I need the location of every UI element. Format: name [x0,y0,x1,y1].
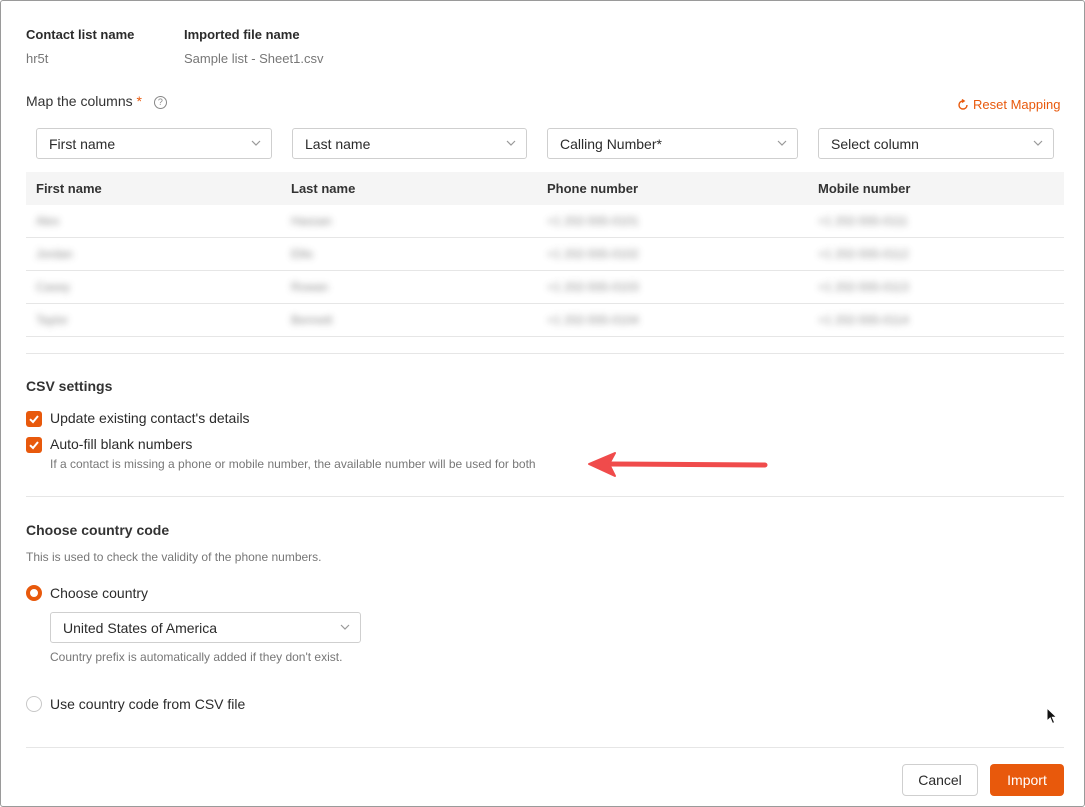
import-button[interactable]: Import [990,764,1064,796]
cell-first-name: Casey [36,280,71,294]
csv-country-code-radio[interactable] [26,696,42,712]
table-row: Jordan Ellis +1 202-555-0102 +1 202-555-… [26,238,1064,271]
column-select-first-name[interactable]: First name [36,128,272,159]
cell-last-name: Ellis [291,247,314,261]
chevron-down-icon [506,140,516,146]
required-asterisk: * [136,93,142,109]
autofill-hint: If a contact is missing a phone or mobil… [50,457,536,471]
map-columns-title: Map the columns * ? [26,93,167,109]
autofill-blank-checkbox[interactable] [26,437,42,453]
chevron-down-icon [1033,140,1043,146]
cell-first-name: Alex [36,214,60,228]
cell-mobile-number: +1 202-555-0111 [818,214,908,228]
cell-last-name: Rowan [291,280,329,294]
autofill-blank-label[interactable]: Auto-fill blank numbers [50,436,192,452]
table-row: Alex Hassan +1 202-555-0101 +1 202-555-0… [26,205,1064,238]
chevron-down-icon [777,140,787,146]
column-select-mobile-number[interactable]: Select column [818,128,1054,159]
preview-table-header: First name Last name Phone number Mobile… [26,172,1064,205]
column-select-phone-number[interactable]: Calling Number* [547,128,798,159]
table-row: Casey Rowan +1 202-555-0103 +1 202-555-0… [26,271,1064,304]
column-header-first-name: First name [36,181,102,196]
country-code-description: This is used to check the validity of th… [26,550,322,564]
column-select-value: Select column [831,135,919,152]
reset-icon [958,98,968,110]
contact-list-name-label: Contact list name [26,27,135,42]
choose-country-label[interactable]: Choose country [50,585,148,601]
cell-phone-number: +1 202-555-0103 [547,280,639,294]
help-icon[interactable]: ? [153,95,167,109]
cell-phone-number: +1 202-555-0101 [547,214,639,228]
country-prefix-hint: Country prefix is automatically added if… [50,650,343,664]
annotation-arrow-icon [588,452,768,477]
column-select-value: Last name [305,135,371,152]
cell-last-name: Bennett [291,313,333,327]
cell-first-name: Taylor [36,313,69,327]
column-header-last-name: Last name [291,181,356,196]
cell-phone-number: +1 202-555-0102 [547,247,639,261]
cell-mobile-number: +1 202-555-0113 [818,280,909,294]
csv-settings-title: CSV settings [26,378,113,394]
column-header-phone-number: Phone number [547,181,639,196]
imported-file-name-value: Sample list - Sheet1.csv [184,51,324,66]
cell-last-name: Hassan [291,214,332,228]
table-row: Taylor Bennett +1 202-555-0104 +1 202-55… [26,304,1064,337]
country-code-title: Choose country code [26,522,170,538]
column-select-value: First name [49,135,116,152]
imported-file-name-label: Imported file name [184,27,300,42]
country-select-value: United States of America [63,619,218,636]
chevron-down-icon [340,624,350,630]
csv-country-code-label[interactable]: Use country code from CSV file [50,696,245,712]
checkmark-icon [29,441,39,450]
country-select[interactable]: United States of America [50,612,361,643]
cancel-button[interactable]: Cancel [902,764,978,796]
cell-mobile-number: +1 202-555-0112 [818,247,909,261]
choose-country-radio[interactable] [26,585,42,601]
reset-mapping-label: Reset Mapping [973,97,1061,112]
column-select-last-name[interactable]: Last name [292,128,527,159]
table-scroll-area [26,337,1064,354]
reset-mapping-button[interactable]: Reset Mapping [957,97,1060,112]
section-divider [26,496,1064,497]
chevron-down-icon [251,140,261,146]
contact-list-name-value: hr5t [26,51,49,66]
cell-mobile-number: +1 202-555-0114 [818,313,909,327]
column-select-value: Calling Number* [560,135,662,152]
footer-divider [26,747,1064,748]
map-columns-label: Map the columns [26,93,133,109]
column-header-mobile-number: Mobile number [818,181,911,196]
update-existing-label[interactable]: Update existing contact's details [50,410,250,426]
cell-phone-number: +1 202-555-0104 [547,313,639,327]
import-dialog: Contact list name hr5t Imported file nam… [0,0,1085,807]
checkmark-icon [29,415,39,424]
update-existing-checkbox[interactable] [26,411,42,427]
mouse-cursor-icon [1046,707,1058,725]
cell-first-name: Jordan [36,247,73,261]
